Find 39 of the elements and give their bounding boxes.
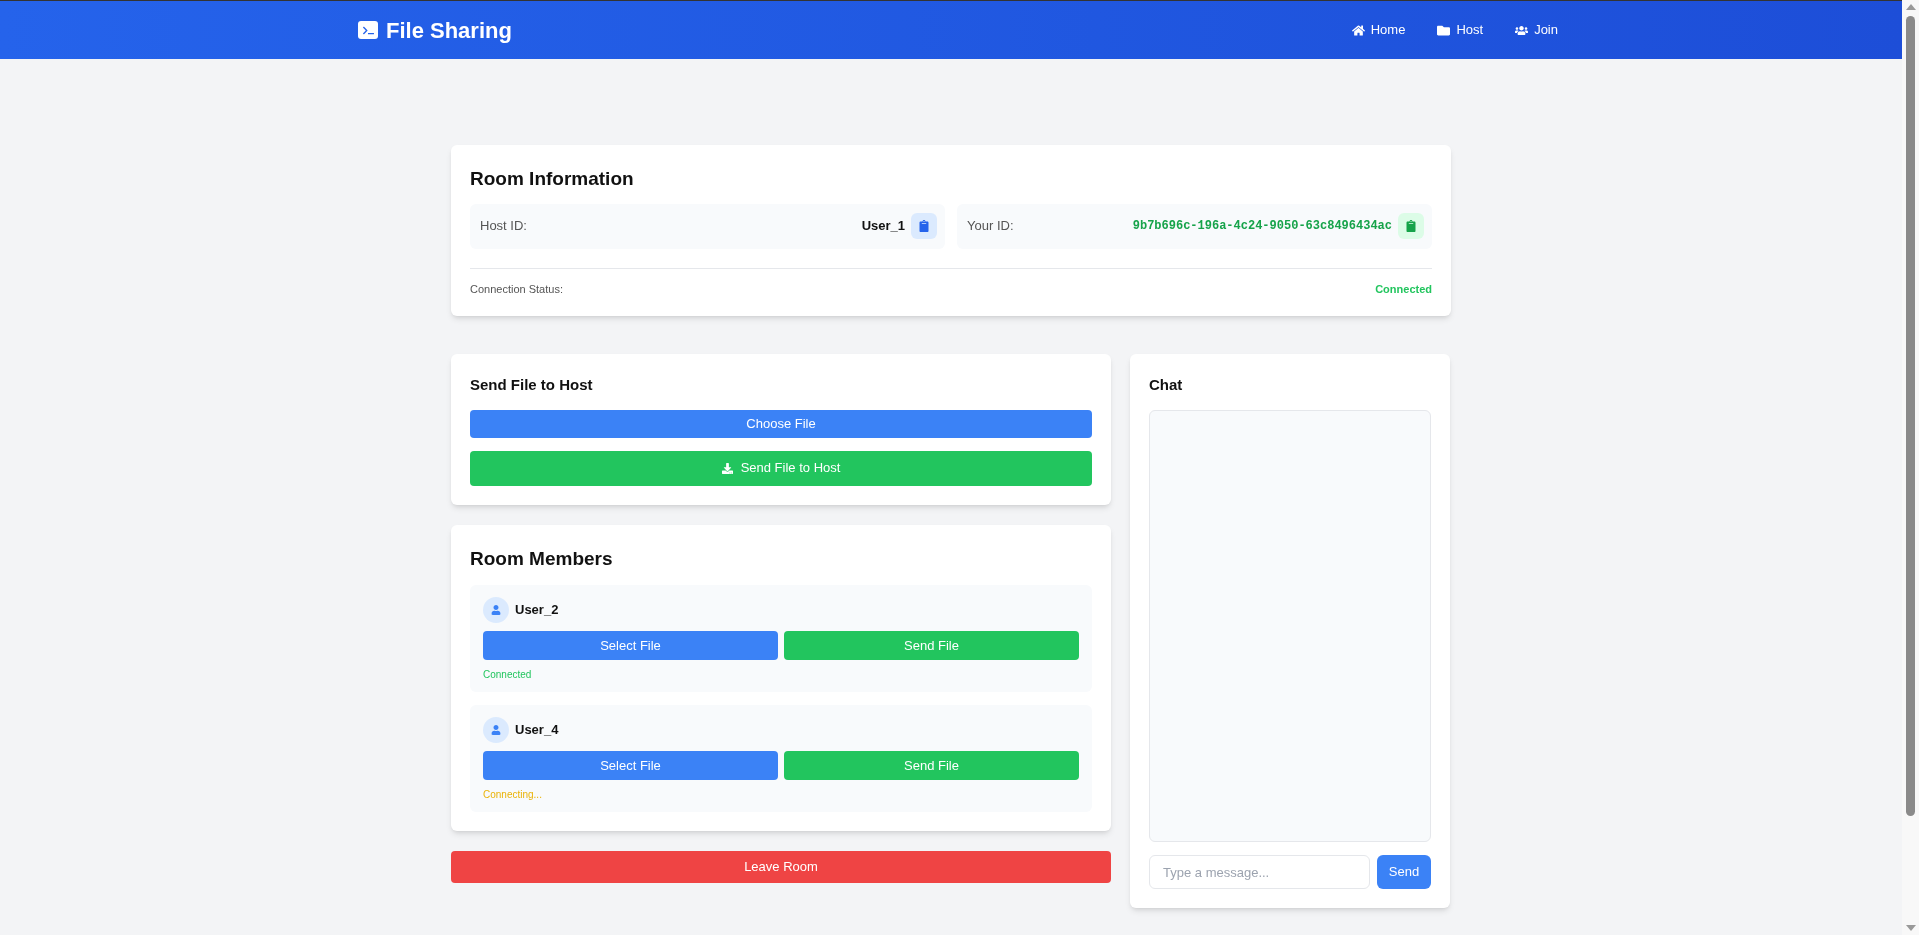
member-status: Connected bbox=[483, 668, 533, 682]
select-file-button[interactable]: Select File bbox=[483, 751, 778, 780]
card-title: Room Members bbox=[470, 546, 614, 571]
member-status: Connecting... bbox=[483, 788, 543, 802]
terminal-icon bbox=[358, 21, 378, 39]
send-file-button[interactable]: Send File bbox=[784, 751, 1079, 780]
card-title: Send File to Host bbox=[470, 375, 594, 395]
scrollbar[interactable] bbox=[1902, 0, 1919, 935]
send-to-host-button[interactable]: Send File to Host bbox=[470, 450, 1092, 486]
send-button[interactable]: Send bbox=[1377, 855, 1431, 889]
copy-button[interactable] bbox=[1398, 213, 1424, 239]
house-icon bbox=[1351, 23, 1365, 37]
person-icon bbox=[491, 725, 501, 735]
nav-link[interactable]: Home bbox=[1351, 20, 1406, 40]
nav-link[interactable]: Join bbox=[1515, 20, 1558, 40]
member-name: User_2 bbox=[515, 601, 559, 620]
card-title: Chat bbox=[1149, 375, 1184, 395]
choose-file-button[interactable]: Choose File bbox=[470, 409, 1092, 438]
person-icon bbox=[491, 605, 501, 615]
id-value: User_1 bbox=[861, 217, 905, 236]
send-file-button[interactable]: Send File bbox=[784, 631, 1079, 660]
leave-room-button[interactable]: Leave Room bbox=[451, 851, 1111, 883]
message-input[interactable]: Type a message... bbox=[1149, 855, 1370, 889]
copy-button[interactable] bbox=[911, 213, 937, 239]
id-value: 9b7b696c-196a-4c24-9050-63c8496434ac bbox=[1132, 218, 1392, 235]
status-value: Connected bbox=[1375, 281, 1432, 297]
id-label: Host ID: bbox=[480, 217, 527, 236]
card-title: Room Information bbox=[470, 167, 635, 191]
clipboard-icon bbox=[918, 220, 930, 232]
nav-link[interactable]: Host bbox=[1437, 20, 1484, 40]
member-name: User_4 bbox=[515, 721, 559, 740]
select-file-button[interactable]: Select File bbox=[483, 631, 778, 660]
people-icon bbox=[1515, 23, 1529, 37]
brand-title[interactable]: File Sharing bbox=[386, 13, 512, 47]
download-icon bbox=[721, 462, 733, 474]
folder-icon bbox=[1437, 23, 1451, 37]
status-label: Connection Status: bbox=[470, 281, 563, 297]
clipboard-icon bbox=[1405, 220, 1417, 232]
id-label: Your ID: bbox=[967, 217, 1014, 236]
